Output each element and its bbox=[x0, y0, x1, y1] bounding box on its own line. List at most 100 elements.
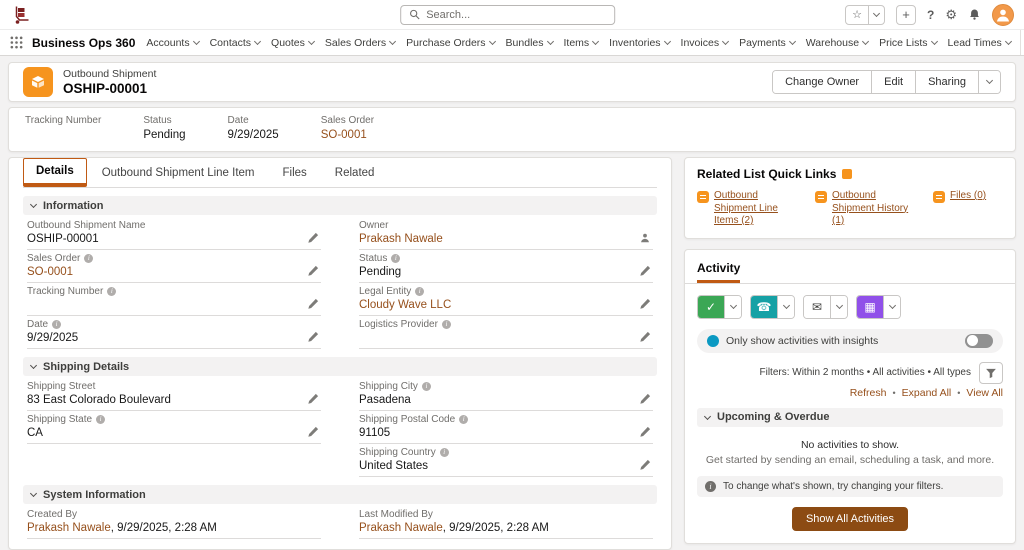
new-task-button[interactable]: ✓ bbox=[697, 295, 742, 319]
inline-edit-pencil-icon[interactable] bbox=[307, 426, 319, 438]
field-date: Datei9/29/2025 bbox=[27, 316, 321, 349]
filter-settings-button[interactable] bbox=[979, 362, 1003, 384]
record-actions: Change OwnerEditSharing bbox=[772, 70, 1001, 94]
page: ☆ + ? ⚙ Business Ops 360 Accounts Contact… bbox=[0, 0, 1024, 499]
search-input[interactable] bbox=[426, 9, 606, 21]
inline-edit-pencil-icon[interactable] bbox=[639, 459, 651, 471]
field-value-link[interactable]: SO-0001 bbox=[27, 266, 73, 278]
inline-edit-pencil-icon[interactable] bbox=[639, 298, 651, 310]
nav-item-warehouse[interactable]: Warehouse bbox=[806, 37, 868, 49]
global-actions-add-button[interactable]: + bbox=[896, 5, 916, 25]
nav-item-accounts[interactable]: Accounts bbox=[146, 37, 198, 49]
tab-activity[interactable]: Activity bbox=[697, 261, 740, 283]
expand-all-link[interactable]: Expand All bbox=[902, 387, 952, 399]
email-button[interactable]: ✉ bbox=[803, 295, 848, 319]
highlight-link[interactable]: SO-0001 bbox=[321, 129, 367, 141]
nav-item-sales-orders[interactable]: Sales Orders bbox=[325, 37, 395, 49]
app-name: Business Ops 360 bbox=[32, 36, 135, 50]
chevron-down-icon bbox=[862, 37, 869, 44]
tab-details[interactable]: Details bbox=[23, 158, 87, 187]
nav-item-items[interactable]: Items bbox=[564, 37, 599, 49]
inline-edit-pencil-icon[interactable] bbox=[307, 265, 319, 277]
chevron-down-icon bbox=[888, 301, 895, 308]
record-name: OSHIP-00001 bbox=[63, 81, 156, 96]
nav-item-lead-times[interactable]: Lead Times bbox=[948, 37, 1011, 49]
field-value-link[interactable]: Prakash Nawale bbox=[27, 522, 111, 534]
nav-item-price-lists[interactable]: Price Lists bbox=[879, 37, 936, 49]
refresh-link[interactable]: Refresh bbox=[850, 387, 887, 399]
inline-edit-pencil-icon[interactable] bbox=[639, 265, 651, 277]
star-icon[interactable]: ☆ bbox=[846, 8, 868, 21]
tab-files[interactable]: Files bbox=[270, 158, 320, 187]
info-icon: i bbox=[459, 415, 468, 424]
chevron-down-icon bbox=[782, 301, 789, 308]
field-value-link[interactable]: Cloudy Wave LLC bbox=[359, 299, 451, 311]
section-header-shipping-details[interactable]: Shipping Details bbox=[23, 357, 657, 376]
user-avatar[interactable] bbox=[992, 4, 1014, 26]
inline-edit-pencil-icon[interactable] bbox=[307, 331, 319, 343]
related-list-icon bbox=[933, 191, 945, 203]
edit-button[interactable]: Edit bbox=[871, 71, 915, 93]
setup-gear-icon[interactable]: ⚙ bbox=[945, 7, 957, 23]
inline-edit-pencil-icon[interactable] bbox=[307, 232, 319, 244]
sharing-button[interactable]: Sharing bbox=[915, 71, 978, 93]
inline-edit-pencil-icon[interactable] bbox=[307, 298, 319, 310]
nav-active-tab[interactable]: * OSHIP-00001 × bbox=[1020, 30, 1024, 56]
change-owner-icon[interactable] bbox=[639, 232, 651, 244]
activity-tip-bar: i To change what's shown, try changing y… bbox=[697, 476, 1003, 497]
chevron-down-icon bbox=[1005, 37, 1012, 44]
nav-item-payments[interactable]: Payments bbox=[739, 37, 795, 49]
view-all-link[interactable]: View All bbox=[966, 387, 1003, 399]
new-task-menu-button[interactable] bbox=[724, 296, 741, 318]
info-icon: i bbox=[107, 287, 116, 296]
activity-filters-text: Filters: Within 2 months • All activitie… bbox=[759, 367, 971, 378]
record-actions-menu-button[interactable] bbox=[978, 71, 1000, 93]
global-search[interactable] bbox=[400, 5, 615, 25]
notifications-bell-icon[interactable] bbox=[968, 8, 981, 21]
search-icon bbox=[409, 9, 420, 20]
nav-item-quotes[interactable]: Quotes bbox=[271, 37, 314, 49]
new-event-button[interactable]: ▦ bbox=[856, 295, 901, 319]
quick-link-outbound-shipment-history-1: Outbound Shipment History (1) bbox=[815, 190, 919, 228]
field-sales-order: Sales OrderiSO-0001 bbox=[27, 250, 321, 283]
chevron-down-icon bbox=[546, 37, 553, 44]
favorites-menu-button[interactable] bbox=[868, 6, 884, 24]
log-a-call-button[interactable]: ☎ bbox=[750, 295, 795, 319]
help-icon[interactable]: ? bbox=[927, 8, 934, 22]
info-icon: i bbox=[440, 448, 449, 457]
empty-cell bbox=[27, 444, 321, 477]
section-header-information[interactable]: Information bbox=[23, 196, 657, 215]
chevron-down-icon bbox=[30, 362, 37, 369]
email-menu-button[interactable] bbox=[830, 296, 847, 318]
highlight-tracking-number: Tracking Number bbox=[25, 115, 101, 142]
nav-item-invoices[interactable]: Invoices bbox=[681, 37, 729, 49]
upcoming-overdue-section[interactable]: Upcoming & Overdue bbox=[697, 408, 1003, 427]
show-all-activities-button[interactable]: Show All Activities bbox=[792, 507, 908, 531]
insights-toggle[interactable] bbox=[965, 334, 993, 348]
field-value-link[interactable]: Prakash Nawale bbox=[359, 233, 443, 245]
change-owner-button[interactable]: Change Owner bbox=[773, 71, 871, 93]
inline-edit-pencil-icon[interactable] bbox=[639, 393, 651, 405]
inline-edit-pencil-icon[interactable] bbox=[639, 426, 651, 438]
app-launcher-icon[interactable] bbox=[10, 36, 23, 49]
new-event-menu-button[interactable] bbox=[883, 296, 900, 318]
chevron-down-icon bbox=[30, 490, 37, 497]
inline-edit-pencil-icon[interactable] bbox=[307, 393, 319, 405]
favorites-control[interactable]: ☆ bbox=[845, 5, 885, 25]
tab-outbound-shipment-line-item[interactable]: Outbound Shipment Line Item bbox=[89, 158, 268, 187]
info-icon: i bbox=[422, 382, 431, 391]
nav-item-contacts[interactable]: Contacts bbox=[210, 37, 260, 49]
right-column: Related List Quick Links Outbound Shipme… bbox=[684, 157, 1016, 544]
activity-composer: ✓ ☎ ✉ ▦ bbox=[697, 295, 1003, 319]
inline-edit-pencil-icon[interactable] bbox=[639, 331, 651, 343]
chevron-down-icon bbox=[729, 301, 736, 308]
fields-grid: Outbound Shipment NameOSHIP-00001OwnerPr… bbox=[23, 217, 657, 349]
field-tracking-number: Tracking Numberi bbox=[27, 283, 321, 316]
field-value-link[interactable]: Prakash Nawale bbox=[359, 522, 443, 534]
nav-item-inventories[interactable]: Inventories bbox=[609, 37, 669, 49]
nav-item-purchase-orders[interactable]: Purchase Orders bbox=[406, 37, 494, 49]
log-a-call-menu-button[interactable] bbox=[777, 296, 794, 318]
tab-related[interactable]: Related bbox=[322, 158, 388, 187]
section-header-system-information[interactable]: System Information bbox=[23, 485, 657, 504]
nav-item-bundles[interactable]: Bundles bbox=[506, 37, 553, 49]
